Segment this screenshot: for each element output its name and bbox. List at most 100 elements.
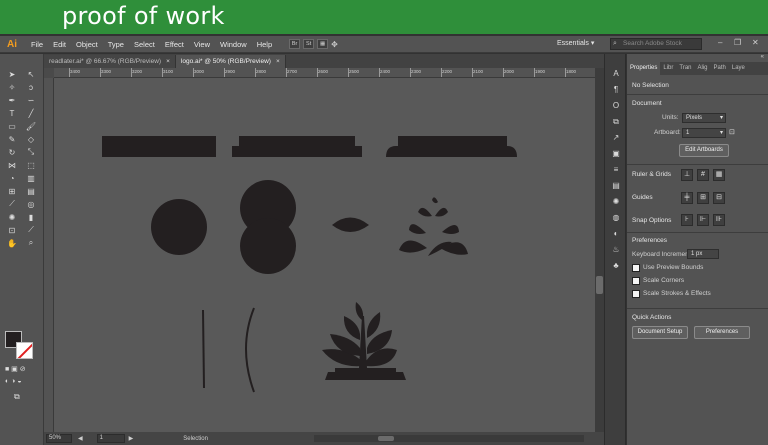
tab-pathfinder[interactable]: Path	[711, 62, 729, 75]
symbol-sprayer-tool-icon[interactable]: ✺	[4, 211, 20, 223]
gpu-performance-icon[interactable]: ✥	[331, 40, 338, 49]
selection-tool-icon[interactable]: ➤	[4, 68, 20, 80]
artboard-tool-icon[interactable]: ⊡	[4, 224, 20, 236]
workspace-switcher[interactable]: Essentials ▾	[557, 39, 594, 47]
use-preview-bounds-checkbox[interactable]	[632, 264, 640, 272]
horizontal-scroll-thumb[interactable]	[378, 436, 394, 441]
paragraph-icon[interactable]: ¶	[610, 84, 622, 95]
menu-file[interactable]: File	[26, 40, 48, 49]
zoom-level-field[interactable]: 50%	[46, 434, 72, 443]
smart-guides-icon[interactable]: ⊟	[713, 192, 725, 204]
artboard-dropdown[interactable]: 1 ▾	[682, 128, 726, 138]
export-icon[interactable]: ↗	[610, 132, 622, 143]
curvature-tool-icon[interactable]: ∽	[23, 94, 39, 106]
scale-tool-icon[interactable]: ⤡	[23, 146, 39, 158]
width-tool-icon[interactable]: ⋈	[4, 159, 20, 171]
blend-tool-icon[interactable]: ◎	[23, 198, 39, 210]
eraser-tool-icon[interactable]: ◇	[23, 133, 39, 145]
close-icon[interactable]: ×	[276, 58, 280, 65]
scale-strokes-checkbox[interactable]	[632, 290, 640, 298]
straight-line-shape[interactable]	[202, 309, 205, 389]
opentype-icon[interactable]: O	[610, 100, 622, 111]
paintbrush-tool-icon[interactable]: 🖌	[23, 120, 39, 132]
screen-mode-icon[interactable]: ⧉	[14, 392, 20, 402]
eyedropper-tool-icon[interactable]: ⟋	[4, 198, 20, 210]
leaf-shape[interactable]	[332, 217, 369, 233]
curved-line-shape[interactable]	[245, 307, 255, 393]
menu-select[interactable]: Select	[129, 40, 160, 49]
units-dropdown[interactable]: Pixels ▾	[682, 113, 726, 123]
rectangle-tool-icon[interactable]: ▭	[4, 120, 20, 132]
tab-logo[interactable]: logo.ai* @ 50% (RGB/Preview) ×	[175, 55, 286, 68]
lock-guides-icon[interactable]: ⊞	[697, 192, 709, 204]
stock-button[interactable]: St	[303, 39, 315, 49]
plant-logo-shape[interactable]	[322, 302, 406, 380]
layers-icon[interactable]: ⧉	[610, 116, 622, 127]
shaper-tool-icon[interactable]: ✎	[4, 133, 20, 145]
line-tool-icon[interactable]: ╱	[23, 107, 39, 119]
document-setup-button[interactable]: Document Setup	[632, 326, 688, 339]
stroke-swatch[interactable]	[16, 342, 33, 359]
gradient-tool-icon[interactable]: ▤	[23, 185, 39, 197]
artboard-options-icon[interactable]: ⊡	[729, 128, 735, 136]
free-transform-tool-icon[interactable]: ⬚	[23, 159, 39, 171]
menu-type[interactable]: Type	[103, 40, 129, 49]
mesh-tool-icon[interactable]: ⊞	[4, 185, 20, 197]
ruler-vertical[interactable]	[44, 68, 54, 432]
snap-to-pixel-icon[interactable]: ⊩	[697, 214, 709, 226]
ruler-icon[interactable]: ⊥	[681, 169, 693, 181]
tab-libraries[interactable]: Libr	[660, 62, 676, 75]
curved-base-shape[interactable]	[386, 136, 517, 157]
draw-mode-icons[interactable]: ◐ ◑ ◒	[5, 378, 22, 385]
close-icon[interactable]: ×	[166, 58, 170, 65]
vertical-scrollbar[interactable]	[595, 68, 604, 432]
arrange-documents-icon[interactable]: ▦	[317, 39, 329, 49]
color-mode-icons[interactable]: ■ ▣ ⊘	[5, 365, 26, 373]
magic-wand-tool-icon[interactable]: ✧	[4, 81, 20, 93]
transparency-grid-icon[interactable]: ▦	[713, 169, 725, 181]
plant-small-shape[interactable]	[399, 197, 468, 256]
menu-window[interactable]: Window	[215, 40, 252, 49]
horizontal-scrollbar[interactable]	[314, 435, 584, 442]
shape-builder-tool-icon[interactable]: ◔	[4, 172, 20, 184]
artboard-nav-next-icon[interactable]: ▶	[129, 435, 134, 442]
properties-icon[interactable]: A	[610, 68, 622, 79]
menu-view[interactable]: View	[189, 40, 215, 49]
close-icon[interactable]: ✕	[752, 38, 759, 47]
stepped-base-shape[interactable]	[232, 136, 362, 157]
vertical-scroll-thumb[interactable]	[596, 276, 603, 294]
menu-object[interactable]: Object	[71, 40, 103, 49]
show-guides-icon[interactable]: ╪	[681, 192, 693, 204]
restore-icon[interactable]: ❐	[734, 38, 741, 47]
gradient-icon[interactable]: ▤	[610, 180, 622, 191]
ruler-horizontal[interactable]: 3400 3300 3200 3100 3000 2900 2800 2700 2600 2500…	[54, 68, 595, 78]
lasso-tool-icon[interactable]: ↄ	[23, 81, 39, 93]
artboard-canvas[interactable]	[54, 78, 595, 432]
appearance-icon[interactable]: ✺	[610, 196, 622, 207]
tab-readlater[interactable]: readlater.ai* @ 66.67% (RGB/Preview) ×	[44, 55, 176, 68]
tab-transform[interactable]: Tran	[676, 62, 694, 75]
column-graph-tool-icon[interactable]: ▮	[23, 211, 39, 223]
preferences-button[interactable]: Preferences	[694, 326, 750, 339]
menu-edit[interactable]: Edit	[48, 40, 71, 49]
zoom-tool-icon[interactable]: ⌕	[23, 237, 39, 249]
circle-bottom-shape[interactable]	[240, 218, 296, 274]
edit-artboards-button[interactable]: Edit Artboards	[679, 144, 729, 157]
tab-properties[interactable]: Properties	[627, 62, 661, 75]
snap-to-point-icon[interactable]: ⊦	[681, 214, 693, 226]
circle-shape[interactable]	[151, 199, 207, 255]
stroke-icon[interactable]: ≡	[610, 164, 622, 175]
grid-icon[interactable]: #	[697, 169, 709, 181]
type-tool-icon[interactable]: T	[4, 107, 20, 119]
menu-effect[interactable]: Effect	[160, 40, 189, 49]
panel-collapse-icon[interactable]: «	[761, 54, 764, 60]
snap-to-glyph-icon[interactable]: ⊪	[713, 214, 725, 226]
pen-tool-icon[interactable]: ✒	[4, 94, 20, 106]
symbols-icon[interactable]: ♣	[610, 260, 622, 271]
artboard-nav-prev-icon[interactable]: ◀	[78, 435, 83, 442]
transparency-icon[interactable]: ◐	[610, 228, 622, 239]
keyboard-increment-input[interactable]: 1 px	[687, 249, 719, 259]
base-bar-shape[interactable]	[102, 136, 216, 157]
rotate-tool-icon[interactable]: ↻	[4, 146, 20, 158]
menu-help[interactable]: Help	[252, 40, 277, 49]
